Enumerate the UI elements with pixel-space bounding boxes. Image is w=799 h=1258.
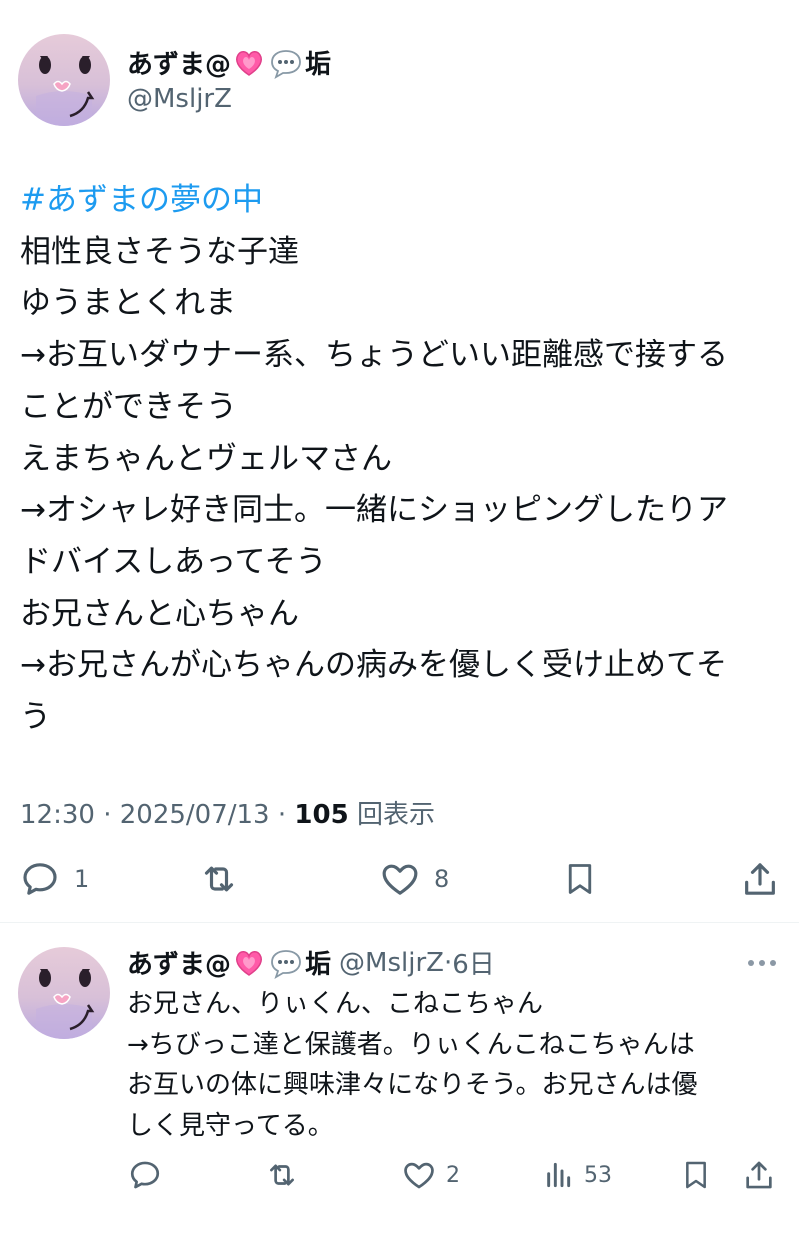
meta-separator: · xyxy=(103,800,120,830)
more-button[interactable] xyxy=(746,948,778,978)
tweet-line: ゆうまとくれま xyxy=(20,285,237,322)
reply-retweet-button[interactable] xyxy=(264,1158,300,1192)
more-icon xyxy=(748,960,776,966)
author-handle[interactable]: @MsljrZ xyxy=(127,84,232,114)
tweet-line: ドバイスしあってそう xyxy=(20,543,327,580)
retweet-icon xyxy=(270,1164,294,1186)
reply-actions: 2 53 xyxy=(0,1152,799,1202)
hashtag-link[interactable]: #あずまの夢の中 xyxy=(20,175,790,227)
reply-author-row[interactable]: あずま@ 垢 @MsljrZ · 6日 xyxy=(127,944,495,981)
tweet-line: 相性良さそうな子達 xyxy=(20,233,299,270)
tweet-date[interactable]: 2025/07/13 xyxy=(120,800,270,830)
tweet-line: お兄さんと心ちゃん xyxy=(20,595,299,632)
tweet-line: えまちゃんとヴェルマさん xyxy=(20,440,392,477)
reply-icon xyxy=(130,1161,160,1189)
reply-view-count: 53 xyxy=(584,1162,612,1188)
share-icon xyxy=(746,1161,772,1189)
reply-author-suffix: 垢 xyxy=(305,950,332,980)
reply-line: お互いの体に興味津々になりそう。お兄さんは優 xyxy=(127,1070,698,1101)
like-count: 8 xyxy=(434,865,450,893)
reply-views-button[interactable]: 53 xyxy=(542,1158,612,1192)
like-icon xyxy=(404,1162,434,1189)
tweet-text: #あずまの夢の中 相性良さそうな子達 ゆうまとくれま →お互いダウナー系、ちょう… xyxy=(20,175,790,744)
author-name-suffix: 垢 xyxy=(305,50,332,80)
tweet-line: →お互いダウナー系、ちょうどいい距離感で接する xyxy=(20,337,728,374)
reply-count: 1 xyxy=(74,865,90,893)
reply-bookmark-button[interactable] xyxy=(680,1158,712,1192)
view-count: 105 xyxy=(294,800,349,830)
share-icon xyxy=(745,863,775,895)
author-avatar[interactable] xyxy=(18,34,110,126)
reply-like-count: 2 xyxy=(446,1162,460,1188)
like-button[interactable]: 8 xyxy=(380,859,449,899)
reply-button[interactable]: 1 xyxy=(20,859,89,899)
reply-line: しく見守ってる。 xyxy=(127,1111,334,1142)
tweet-divider xyxy=(0,922,799,923)
reply-share-button[interactable] xyxy=(742,1158,776,1192)
heart-emoji xyxy=(233,47,265,79)
bookmark-icon xyxy=(568,864,592,894)
reply-icon xyxy=(23,863,57,895)
tweet-line: ことができそう xyxy=(20,388,237,425)
reply-author-avatar[interactable] xyxy=(18,947,110,1039)
author-name: あずま@ xyxy=(127,50,232,80)
tweet-line: →お兄さんが心ちゃんの病みを優しく受け止めてそ xyxy=(20,647,728,684)
retweet-icon xyxy=(204,866,234,892)
reply-text: お兄さん、りぃくん、こねこちゃん →ちびっこ達と保護者。りぃくんこねこちゃんは … xyxy=(127,984,787,1147)
tweet-time[interactable]: 12:30 xyxy=(20,800,95,830)
speech-bubble-emoji xyxy=(269,47,303,79)
reply-line: お兄さん、りぃくん、こねこちゃん xyxy=(127,989,544,1019)
reply-like-button[interactable]: 2 xyxy=(402,1158,460,1192)
reply-line: →ちびっこ達と保護者。りぃくんこねこちゃんは xyxy=(127,1029,695,1060)
bookmark-button[interactable] xyxy=(562,859,598,899)
view-label: 回表示 xyxy=(356,800,435,830)
reply-age[interactable]: 6日 xyxy=(452,944,495,981)
heart-emoji xyxy=(233,947,265,979)
meta-separator: · xyxy=(277,800,295,830)
tweet-line: う xyxy=(20,699,51,736)
author-name-row[interactable]: あずま@ 垢 xyxy=(127,44,331,81)
tweet-meta: 12:30 · 2025/07/13 · 105 回表示 xyxy=(20,794,435,831)
tweet-actions: 1 8 xyxy=(0,855,799,905)
tweet-line: →オシャレ好き同士。一緒にショッピングしたりア xyxy=(20,492,728,529)
reply-handle[interactable]: @MsljrZ xyxy=(339,948,444,978)
share-button[interactable] xyxy=(740,859,780,899)
views-icon xyxy=(547,1162,571,1188)
speech-bubble-emoji xyxy=(269,947,303,979)
reply-reply-button[interactable] xyxy=(128,1158,162,1192)
bookmark-icon xyxy=(686,1161,706,1189)
meta-separator: · xyxy=(443,947,453,978)
like-icon xyxy=(382,864,418,895)
retweet-button[interactable] xyxy=(198,859,240,899)
reply-author-name: あずま@ xyxy=(127,950,232,980)
